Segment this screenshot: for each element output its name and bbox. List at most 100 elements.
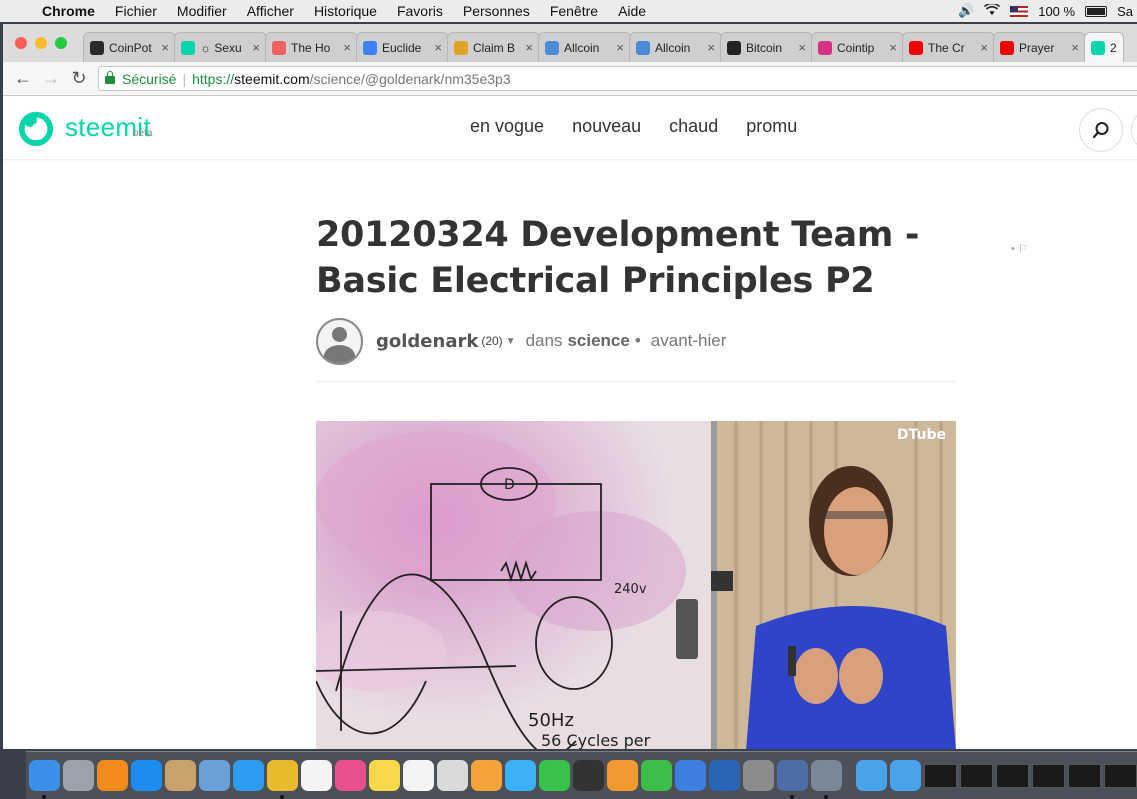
browser-tab[interactable]: Bitcoin × [720, 32, 813, 62]
reminders-icon[interactable] [403, 760, 434, 791]
tab-close-icon[interactable]: × [521, 40, 533, 55]
menu-historique[interactable]: Historique [304, 3, 387, 19]
safari-icon[interactable] [233, 760, 264, 791]
nav-promu[interactable]: promu [746, 116, 797, 137]
search-button[interactable] [1079, 108, 1123, 152]
tab-close-icon[interactable]: × [976, 40, 988, 55]
minimized-window-thumbnail[interactable] [1068, 763, 1101, 788]
menu-modifier[interactable]: Modifier [167, 3, 237, 19]
tab-close-icon[interactable]: × [248, 40, 260, 55]
calendar-icon[interactable] [301, 760, 332, 791]
itunes-icon[interactable] [335, 760, 366, 791]
launchpad-icon[interactable] [63, 760, 94, 791]
volume-icon[interactable]: 🔊 [958, 3, 974, 19]
quicktime-icon[interactable] [709, 760, 740, 791]
contacts-icon[interactable] [165, 760, 196, 791]
menu-app-name[interactable]: Chrome [38, 3, 105, 19]
tab-close-icon[interactable]: × [157, 40, 169, 55]
browser-tab[interactable]: Allcoin × [629, 32, 722, 62]
mac-dock [26, 751, 1137, 799]
tab-close-icon[interactable]: × [612, 40, 624, 55]
browser-tab[interactable]: ☼ Sexu × [174, 32, 267, 62]
chrome-icon[interactable] [267, 760, 298, 799]
quicktime-player-icon[interactable] [777, 760, 808, 799]
minimized-window-thumbnail[interactable] [1032, 763, 1065, 788]
tab-close-icon[interactable]: × [794, 40, 806, 55]
lock-icon [105, 71, 115, 84]
menu-favoris[interactable]: Favoris [387, 3, 453, 19]
forward-button[interactable]: → [37, 68, 65, 89]
video-player[interactable]: D 240v 50Hz 56 Cycles per DTube [316, 421, 956, 749]
browser-tab[interactable]: Cointip × [811, 32, 904, 62]
battery-icon[interactable] [1085, 5, 1108, 17]
user-menu-button[interactable] [1131, 108, 1137, 152]
menu-aide[interactable]: Aide [608, 3, 656, 19]
browser-tab[interactable]: The Ho × [265, 32, 358, 62]
close-window-button[interactable] [15, 37, 27, 49]
nav-nouveau[interactable]: nouveau [572, 116, 641, 137]
zoom-window-button[interactable] [55, 37, 67, 49]
keynote-icon[interactable] [675, 760, 706, 791]
nav-chaud[interactable]: chaud [669, 116, 718, 137]
dtube-brand: DTube [896, 427, 946, 443]
author-link[interactable]: goldenark [376, 331, 478, 352]
tab-close-icon[interactable]: × [1067, 40, 1079, 55]
steemit-logo[interactable]: steemit [17, 108, 151, 146]
numbers-icon[interactable] [641, 760, 672, 791]
chevron-down-icon[interactable]: ▼ [506, 336, 516, 347]
address-bar[interactable]: Sécurisé | https:// steemit.com /science… [98, 66, 1137, 91]
tab-label: Euclide [382, 40, 422, 55]
applications-folder-icon[interactable] [856, 760, 887, 791]
tab-label: The Ho [291, 40, 331, 55]
us-flag-icon[interactable] [1010, 5, 1029, 17]
svg-text:240v: 240v [614, 582, 647, 597]
tab-favicon-icon [727, 40, 741, 55]
ibooks-icon[interactable] [97, 760, 128, 791]
menu-fenetre[interactable]: Fenêtre [540, 3, 608, 19]
camera-icon[interactable] [573, 760, 604, 791]
pages-icon[interactable] [607, 760, 638, 791]
minimized-window-thumbnail[interactable] [960, 763, 993, 788]
messages-icon[interactable] [505, 760, 536, 791]
minimized-window-thumbnail[interactable] [996, 763, 1029, 788]
downloads-folder-icon[interactable] [890, 760, 921, 791]
category-link[interactable]: science [567, 331, 629, 351]
facetime-icon[interactable] [539, 760, 570, 791]
menu-afficher[interactable]: Afficher [237, 3, 304, 19]
tab-close-icon[interactable]: × [430, 40, 442, 55]
minimized-window-thumbnail[interactable] [1104, 763, 1137, 788]
back-button[interactable]: ← [9, 68, 37, 89]
browser-tab[interactable]: 2 [1084, 32, 1124, 62]
menu-fichier[interactable]: Fichier [105, 3, 167, 19]
browser-tab[interactable]: Claim B × [447, 32, 540, 62]
avatar[interactable] [316, 317, 363, 365]
minimized-window-thumbnail[interactable] [924, 763, 957, 788]
nav-en-vogue[interactable]: en vogue [470, 116, 544, 137]
minimize-window-button[interactable] [35, 37, 47, 49]
browser-tab[interactable]: CoinPot × [83, 32, 176, 62]
notes-icon[interactable] [369, 760, 400, 791]
tab-close-icon[interactable]: × [339, 40, 351, 55]
status-area: 🔊 100 % Sa [958, 0, 1137, 22]
steemit-page: steemit beta en vogue nouveau chaud prom… [3, 96, 1137, 749]
tab-close-icon[interactable]: × [885, 40, 897, 55]
browser-tab[interactable]: Euclide × [356, 32, 449, 62]
tab-label: Prayer [1019, 40, 1055, 55]
menu-personnes[interactable]: Personnes [453, 3, 540, 19]
app-store-icon[interactable] [131, 760, 162, 791]
photos-icon[interactable] [471, 760, 502, 791]
wifi-icon[interactable] [984, 2, 1001, 19]
preview-icon[interactable] [199, 760, 230, 791]
browser-tab[interactable]: Prayer × [993, 32, 1086, 62]
finder-icon[interactable] [29, 760, 60, 799]
image-capture-icon[interactable] [811, 760, 842, 799]
browser-tab[interactable]: Allcoin × [538, 32, 631, 62]
flag-icon[interactable]: • ⚐ [1011, 242, 1028, 255]
reload-button[interactable]: ↻ [65, 68, 93, 89]
textedit-icon[interactable] [437, 760, 468, 791]
system-preferences-icon[interactable] [743, 760, 774, 791]
browser-tab[interactable]: The Cr × [902, 32, 995, 62]
user-name[interactable]: Sa [1117, 4, 1133, 19]
tab-close-icon[interactable]: × [703, 40, 715, 55]
post-title: 20120324 Development Team - Basic Electr… [316, 215, 920, 301]
